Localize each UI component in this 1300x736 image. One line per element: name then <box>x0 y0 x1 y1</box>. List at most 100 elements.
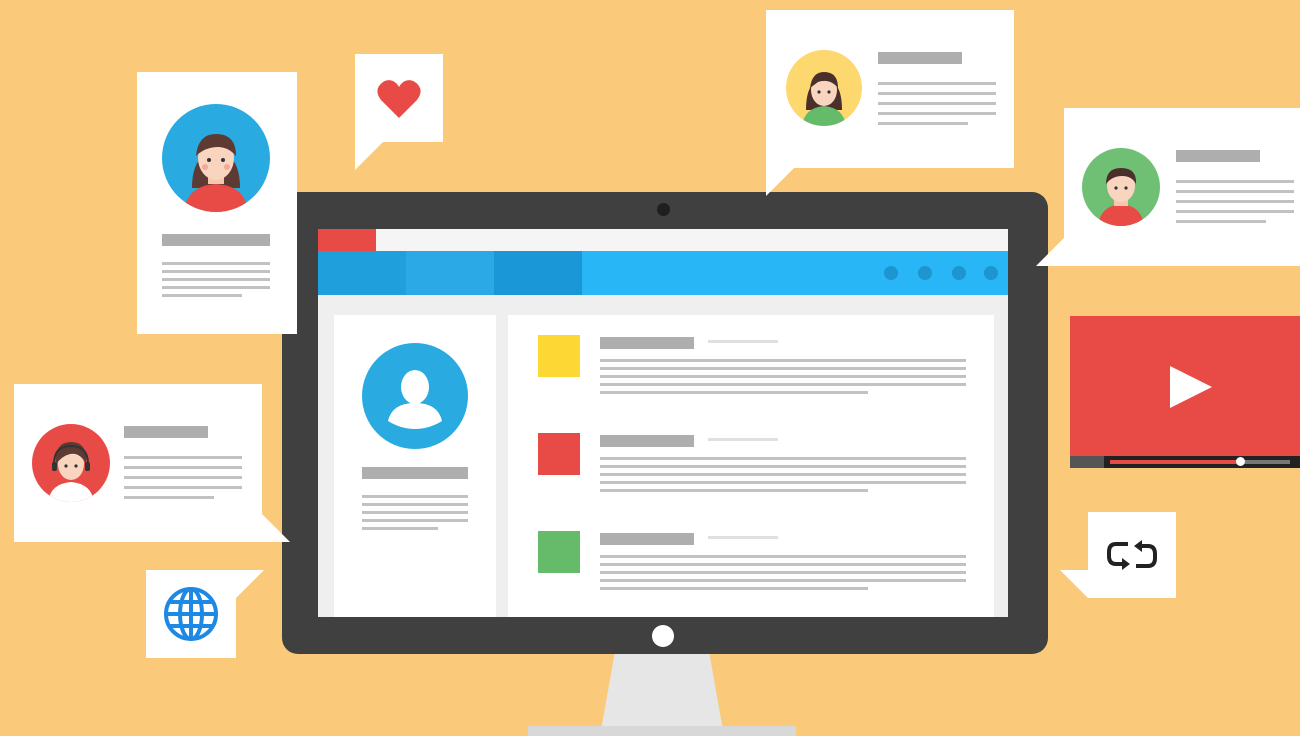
name-placeholder <box>162 234 270 246</box>
text-line <box>1176 180 1294 183</box>
text-line <box>124 476 242 479</box>
post-meta-placeholder <box>708 438 778 441</box>
post-text-line <box>600 571 966 574</box>
avatar <box>32 424 110 502</box>
nav-tab-1[interactable] <box>318 251 406 295</box>
globe-bubble[interactable] <box>146 570 236 658</box>
text-line <box>124 456 242 459</box>
name-placeholder <box>1176 150 1260 162</box>
text-line <box>162 262 270 265</box>
avatar <box>162 104 270 212</box>
play-icon[interactable] <box>1166 364 1214 410</box>
avatar <box>1082 148 1160 226</box>
post-text-line <box>600 359 966 362</box>
profile-text-line <box>362 503 468 506</box>
feed-panel <box>508 315 994 617</box>
repeat-icon <box>1107 540 1157 570</box>
comment-card-left-tail <box>262 514 290 542</box>
name-placeholder <box>878 52 962 64</box>
nav-tab-3[interactable] <box>494 251 582 295</box>
nav-dot-4[interactable] <box>984 266 998 280</box>
nav-tab-2[interactable] <box>406 251 494 295</box>
nav-dot-1[interactable] <box>884 266 898 280</box>
post-text-line <box>600 473 966 476</box>
profile-card-top-left <box>137 72 297 334</box>
like-bubble-tail <box>355 142 383 170</box>
post-text-line <box>600 481 966 484</box>
share-bubble-tail <box>1060 570 1088 598</box>
text-line <box>878 92 996 95</box>
globe-bubble-tail <box>236 570 264 598</box>
post-text-line <box>600 579 966 582</box>
profile-text-line <box>362 527 438 530</box>
post-meta-placeholder <box>708 536 778 539</box>
monitor-stand-base <box>528 726 796 736</box>
profile-text-line <box>362 519 468 522</box>
browser-tab-strip <box>318 229 1008 251</box>
post-title-placeholder <box>600 337 694 349</box>
video-control-button[interactable] <box>1070 456 1104 468</box>
nav-dot-3[interactable] <box>952 266 966 280</box>
video-progress-fill <box>1110 460 1240 464</box>
woman-avatar-icon <box>802 72 846 126</box>
post-text-line <box>600 457 966 460</box>
browser-active-tab[interactable] <box>318 229 376 251</box>
text-line <box>878 122 968 125</box>
post-text-line <box>600 563 966 566</box>
text-line <box>878 102 996 105</box>
profile-avatar[interactable] <box>362 343 468 449</box>
post-text-line <box>600 489 868 492</box>
post-title-placeholder <box>600 435 694 447</box>
monitor-power-button <box>652 625 674 647</box>
profile-text-line <box>362 495 468 498</box>
feed-post[interactable] <box>508 511 994 607</box>
webcam <box>657 203 670 216</box>
avatar <box>786 50 862 126</box>
text-line <box>878 112 996 115</box>
heart-icon <box>377 80 421 118</box>
text-line <box>162 286 270 289</box>
text-line <box>162 270 270 273</box>
user-silhouette-icon <box>388 370 442 429</box>
feed-post[interactable] <box>508 413 994 509</box>
comment-card-right <box>1064 108 1300 266</box>
post-thumbnail <box>538 531 580 573</box>
woman-avatar-icon <box>184 134 248 212</box>
text-line <box>162 278 270 281</box>
support-agent-avatar-icon <box>48 442 94 502</box>
screen <box>318 229 1008 617</box>
name-placeholder <box>124 426 208 438</box>
post-thumbnail <box>538 433 580 475</box>
globe-icon <box>164 587 218 641</box>
text-line <box>124 466 242 469</box>
social-network-illustration <box>0 0 1300 736</box>
feed-post[interactable] <box>508 315 994 411</box>
nav-dot-2[interactable] <box>918 266 932 280</box>
text-line <box>878 82 996 85</box>
like-bubble[interactable] <box>355 54 443 142</box>
video-progress-knob[interactable] <box>1235 457 1245 466</box>
post-meta-placeholder <box>708 340 778 343</box>
post-text-line <box>600 391 868 394</box>
profile-panel <box>334 315 496 617</box>
text-line <box>1176 210 1294 213</box>
comment-card-top <box>766 10 1014 168</box>
video-player[interactable] <box>1070 316 1300 468</box>
post-text-line <box>600 465 966 468</box>
profile-text-line <box>362 511 468 514</box>
post-text-line <box>600 555 966 558</box>
post-text-line <box>600 367 966 370</box>
post-text-line <box>600 375 966 378</box>
comment-card-left <box>14 384 262 542</box>
post-thumbnail <box>538 335 580 377</box>
post-title-placeholder <box>600 533 694 545</box>
text-line <box>1176 190 1294 193</box>
comment-card-right-tail <box>1036 238 1064 266</box>
text-line <box>1176 220 1266 223</box>
share-bubble[interactable] <box>1088 512 1176 598</box>
text-line <box>162 294 242 297</box>
man-avatar-icon <box>1098 168 1144 226</box>
monitor-stand-neck <box>600 652 724 736</box>
profile-name-placeholder <box>362 467 468 479</box>
post-text-line <box>600 383 966 386</box>
